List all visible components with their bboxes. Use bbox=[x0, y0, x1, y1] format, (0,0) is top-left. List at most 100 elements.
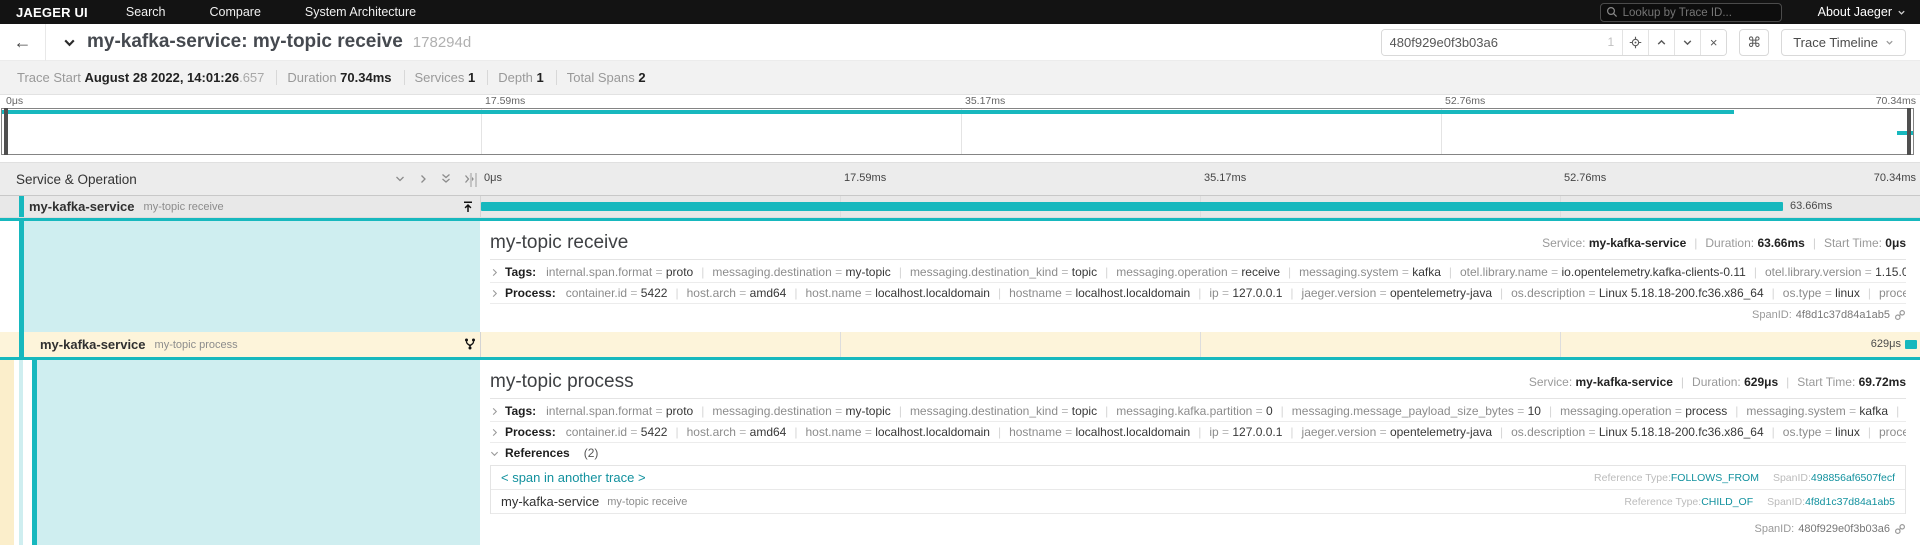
page-title: my-kafka-service: my-topic receive 178294… bbox=[87, 31, 472, 52]
next-match-button[interactable] bbox=[1674, 29, 1701, 55]
chevron-up-icon bbox=[1657, 39, 1666, 45]
chevron-down-icon bbox=[1886, 40, 1893, 45]
span-table-header: Service & Operation 0μs 17.59ms 35.17ms … bbox=[0, 162, 1920, 196]
process-summary: container.id = 5422 | host.arch = amd64 | ho… bbox=[565, 425, 1906, 439]
jaeger-logo[interactable]: JAEGER UI bbox=[0, 5, 104, 20]
crosshair-icon bbox=[1629, 36, 1642, 48]
link-icon[interactable] bbox=[1894, 523, 1906, 535]
detail-meta: Service: my-kafka-service | Duration: 63.6… bbox=[1542, 235, 1906, 250]
span-duration-label: 629μs bbox=[1870, 338, 1901, 350]
chevron-right-icon bbox=[490, 268, 499, 277]
tags-row[interactable]: Tags: internal.span.format = proto | messa… bbox=[490, 262, 1906, 283]
tags-summary: internal.span.format = proto | messaging.d… bbox=[546, 265, 1906, 279]
viewport-right-scrubber[interactable] bbox=[1907, 108, 1911, 155]
tree-guide[interactable] bbox=[19, 196, 24, 217]
span-operation: my-topic receive bbox=[143, 200, 224, 213]
reference-row-external[interactable]: < span in another trace > Reference Type… bbox=[491, 466, 1905, 490]
minimap-viewport[interactable] bbox=[1, 108, 1914, 155]
nav-item-search[interactable]: Search bbox=[104, 0, 188, 24]
chevron-down-icon bbox=[490, 449, 499, 458]
chevron-down-icon bbox=[396, 176, 404, 181]
span-service: my-kafka-service bbox=[40, 337, 146, 352]
trace-depth: Depth 1 bbox=[488, 70, 557, 85]
chevron-right-icon bbox=[490, 407, 499, 416]
process-row[interactable]: Process: container.id = 5422 | host.arch =… bbox=[490, 422, 1906, 443]
tick-label: 70.34ms bbox=[1873, 172, 1916, 184]
detail-header-process[interactable]: my-topic process Service: my-kafka-servi… bbox=[490, 365, 1906, 398]
trace-page-header: ← my-kafka-service: my-topic receive 1782… bbox=[0, 23, 1920, 61]
trace-start: Trace Start August 28 2022, 14:01:26.657 bbox=[7, 70, 278, 85]
trace-summary-bar: Trace Start August 28 2022, 14:01:26.657… bbox=[0, 61, 1920, 95]
prev-match-button[interactable] bbox=[1648, 29, 1675, 55]
keyboard-shortcuts-button[interactable]: ⌘ bbox=[1739, 28, 1770, 56]
detail-indent-lane[interactable] bbox=[0, 360, 14, 545]
back-button[interactable]: ← bbox=[0, 23, 46, 61]
jaeger-trace-page: JAEGER UI Search Compare System Architec… bbox=[0, 0, 1920, 553]
detail-indent-lane[interactable] bbox=[24, 221, 480, 332]
chevron-right-icon bbox=[490, 428, 499, 437]
chevron-right-icon bbox=[421, 174, 426, 183]
tick-label: 52.76ms bbox=[1564, 172, 1607, 184]
tags-row[interactable]: Tags: internal.span.format = proto | messa… bbox=[490, 401, 1906, 422]
top-navbar: JAEGER UI Search Compare System Architec… bbox=[0, 0, 1920, 24]
span-row-process[interactable]: my-kafka-service my-topic process 629μs bbox=[0, 332, 1920, 357]
collapse-trace-chevron-icon[interactable] bbox=[62, 35, 77, 50]
clear-search-button[interactable]: × bbox=[1700, 29, 1727, 55]
arrow-up-from-bar-icon[interactable] bbox=[461, 200, 475, 214]
trace-services: Services 1 bbox=[405, 70, 489, 85]
tick-label: 17.59ms bbox=[844, 172, 887, 184]
link-icon[interactable] bbox=[1894, 309, 1906, 321]
minimap-tick-labels: 0μs 17.59ms 35.17ms 52.76ms 70.34ms bbox=[6, 95, 1916, 107]
span-service: my-kafka-service bbox=[29, 199, 135, 214]
find-in-trace-control: 1 × bbox=[1380, 28, 1728, 56]
locate-match-button[interactable] bbox=[1622, 29, 1649, 55]
service-operation-header: Service & Operation bbox=[16, 172, 137, 187]
detail-title: my-topic process bbox=[490, 370, 634, 392]
tags-summary: internal.span.format = proto | messaging.d… bbox=[546, 404, 1900, 418]
detail-header-receive[interactable]: my-topic receive Service: my-kafka-servi… bbox=[490, 226, 1906, 259]
external-trace-link[interactable]: < span in another trace > bbox=[501, 470, 646, 485]
viewport-left-scrubber[interactable] bbox=[4, 108, 8, 155]
expand-all-button[interactable] bbox=[440, 172, 452, 185]
span-id-row: SpanID: 480f929e0f3b03a6 bbox=[490, 518, 1906, 540]
reference-meta: Reference Type:CHILD_OF SpanID:4f8d1c37d8… bbox=[1624, 495, 1895, 508]
span-detail-process: my-topic process Service: my-kafka-servi… bbox=[0, 357, 1920, 545]
trace-id-lookup-input[interactable] bbox=[1599, 3, 1782, 22]
tree-guide[interactable] bbox=[19, 360, 23, 545]
reference-row-parent[interactable]: my-kafka-service my-topic receive Refere… bbox=[491, 490, 1905, 514]
process-row[interactable]: Process: container.id = 5422 | host.arch =… bbox=[490, 283, 1906, 304]
about-jaeger-menu[interactable]: About Jaeger bbox=[1818, 5, 1906, 19]
column-resize-grip[interactable] bbox=[470, 173, 477, 187]
reference-service: my-kafka-service bbox=[501, 494, 600, 509]
span-id-row: SpanID: 4f8d1c37d84a1ab5 bbox=[490, 304, 1906, 326]
chevron-down-icon bbox=[1898, 10, 1905, 15]
chevron-right-icon bbox=[490, 289, 499, 298]
nav-item-system-architecture[interactable]: System Architecture bbox=[283, 0, 438, 24]
span-bar-process[interactable] bbox=[1905, 340, 1917, 349]
nav-item-compare[interactable]: Compare bbox=[187, 0, 282, 24]
detail-indent-lane[interactable] bbox=[37, 360, 480, 545]
process-summary: container.id = 5422 | host.arch = amd64 | ho… bbox=[565, 286, 1906, 300]
span-row-receive[interactable]: my-kafka-service my-topic receive 63.66m… bbox=[0, 196, 1920, 218]
chevron-down-icon bbox=[1683, 39, 1692, 45]
trace-id-lookup bbox=[1599, 3, 1782, 22]
trace-view-dropdown[interactable]: Trace Timeline bbox=[1781, 28, 1906, 56]
match-count: 1 bbox=[1607, 35, 1615, 49]
span-duration-label: 63.66ms bbox=[1790, 200, 1833, 212]
span-detail-receive: my-topic receive Service: my-kafka-servi… bbox=[0, 218, 1920, 332]
fork-icon[interactable] bbox=[463, 337, 477, 351]
tree-guide[interactable] bbox=[19, 332, 24, 357]
trace-minimap[interactable] bbox=[1, 108, 1914, 155]
trace-duration: Duration 70.34ms bbox=[277, 70, 405, 85]
expand-one-level-button[interactable] bbox=[394, 172, 406, 185]
reference-operation: my-topic receive bbox=[607, 495, 688, 508]
search-icon bbox=[1606, 6, 1618, 18]
double-chevron-down-icon bbox=[442, 174, 450, 183]
references-list: < span in another trace > Reference Type… bbox=[490, 465, 1906, 514]
collapse-one-level-button[interactable] bbox=[417, 172, 429, 185]
find-in-trace-input[interactable] bbox=[1381, 29, 1600, 55]
span-bar-receive[interactable] bbox=[481, 202, 1783, 211]
references-header[interactable]: References (2) bbox=[490, 443, 1906, 463]
span-operation: my-topic process bbox=[154, 338, 238, 351]
trace-id-short: 178294d bbox=[412, 34, 472, 51]
